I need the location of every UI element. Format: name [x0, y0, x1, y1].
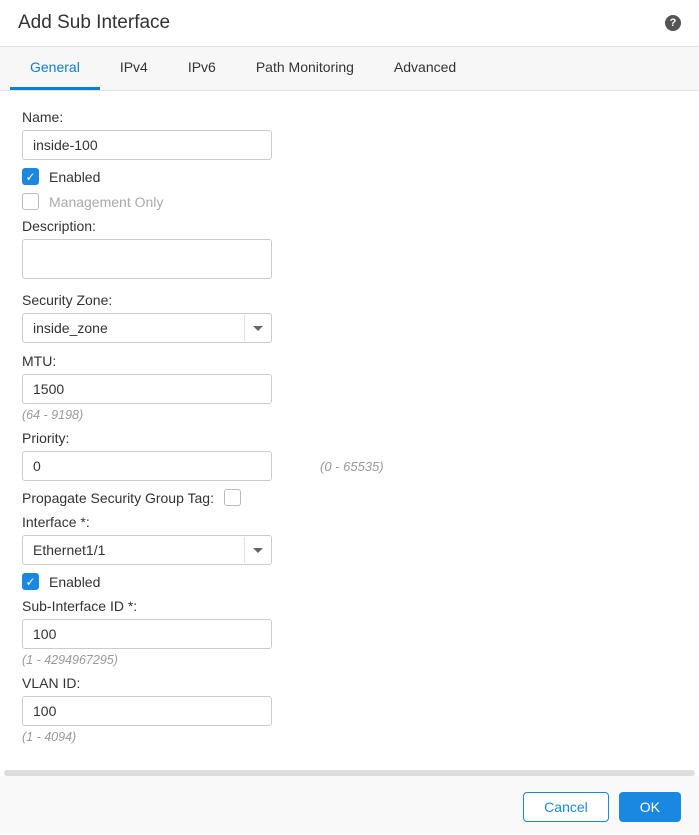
- interface-value: Ethernet1/1: [33, 542, 105, 558]
- security-zone-label: Security Zone:: [22, 292, 677, 308]
- enabled-checkbox-1[interactable]: ✓: [22, 168, 39, 185]
- security-zone-value: inside_zone: [33, 320, 108, 336]
- check-icon: ✓: [25, 576, 35, 588]
- priority-input[interactable]: [22, 451, 272, 481]
- tab-general[interactable]: General: [10, 47, 100, 90]
- propagate-checkbox[interactable]: [224, 489, 241, 506]
- dialog-footer: Cancel OK: [0, 776, 699, 834]
- name-label: Name:: [22, 109, 677, 125]
- priority-label: Priority:: [22, 430, 677, 446]
- propagate-row: Propagate Security Group Tag:: [22, 489, 677, 506]
- security-zone-select[interactable]: inside_zone: [22, 313, 272, 343]
- enabled-row-2: ✓ Enabled: [22, 573, 677, 590]
- interface-select[interactable]: Ethernet1/1: [22, 535, 272, 565]
- enabled-row-1: ✓ Enabled: [22, 168, 677, 185]
- management-only-row: Management Only: [22, 193, 677, 210]
- interface-label: Interface *:: [22, 514, 677, 530]
- interface-select-wrap: Ethernet1/1: [22, 535, 272, 565]
- field-subinterface-id: Sub-Interface ID *: (1 - 4294967295): [22, 598, 677, 667]
- tabs-bar: General IPv4 IPv6 Path Monitoring Advanc…: [0, 47, 699, 91]
- field-name: Name:: [22, 109, 677, 160]
- tab-advanced[interactable]: Advanced: [374, 47, 476, 90]
- dialog-title: Add Sub Interface: [18, 12, 170, 34]
- management-only-label: Management Only: [49, 194, 163, 210]
- management-only-checkbox[interactable]: [22, 193, 39, 210]
- description-input[interactable]: [22, 239, 272, 279]
- mtu-hint: (64 - 9198): [22, 408, 677, 422]
- tab-ipv6[interactable]: IPv6: [168, 47, 236, 90]
- subinterface-input[interactable]: [22, 619, 272, 649]
- vlan-input[interactable]: [22, 696, 272, 726]
- enabled-checkbox-2[interactable]: ✓: [22, 573, 39, 590]
- tab-path-monitoring[interactable]: Path Monitoring: [236, 47, 374, 90]
- form-body: Name: ✓ Enabled Management Only Descript…: [0, 91, 699, 762]
- cancel-button[interactable]: Cancel: [523, 792, 609, 822]
- enabled-label-2: Enabled: [49, 574, 100, 590]
- vlan-hint: (1 - 4094): [22, 730, 677, 744]
- tab-ipv4[interactable]: IPv4: [100, 47, 168, 90]
- security-zone-select-wrap: inside_zone: [22, 313, 272, 343]
- field-vlan-id: VLAN ID: (1 - 4094): [22, 675, 677, 744]
- subinterface-hint: (1 - 4294967295): [22, 653, 677, 667]
- field-description: Description:: [22, 218, 677, 282]
- field-mtu: MTU: (64 - 9198): [22, 353, 677, 422]
- propagate-label: Propagate Security Group Tag:: [22, 490, 214, 506]
- help-icon[interactable]: ?: [665, 15, 681, 31]
- field-security-zone: Security Zone: inside_zone: [22, 292, 677, 343]
- priority-hint: (0 - 65535): [320, 459, 384, 474]
- name-input[interactable]: [22, 130, 272, 160]
- dialog-header: Add Sub Interface ?: [0, 0, 699, 47]
- subinterface-label: Sub-Interface ID *:: [22, 598, 677, 614]
- field-interface: Interface *: Ethernet1/1: [22, 514, 677, 565]
- mtu-input[interactable]: [22, 374, 272, 404]
- check-icon: ✓: [25, 171, 35, 183]
- ok-button[interactable]: OK: [619, 792, 681, 822]
- field-priority: Priority: (0 - 65535): [22, 430, 677, 481]
- description-label: Description:: [22, 218, 677, 234]
- vlan-label: VLAN ID:: [22, 675, 677, 691]
- enabled-label-1: Enabled: [49, 169, 100, 185]
- mtu-label: MTU:: [22, 353, 677, 369]
